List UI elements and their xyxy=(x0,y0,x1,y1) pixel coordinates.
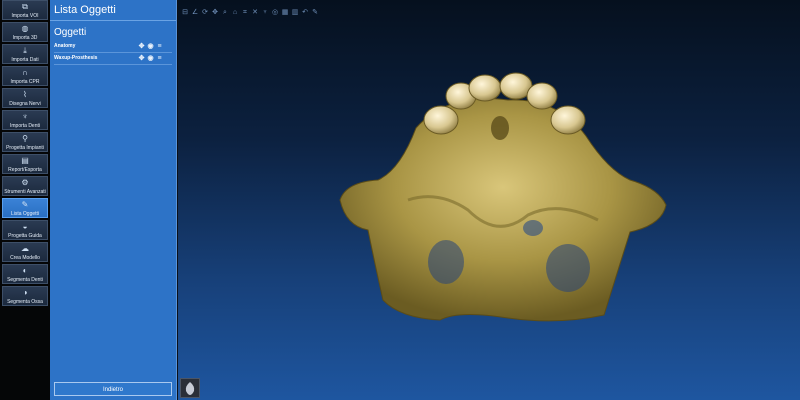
create-model-icon: ☁ xyxy=(21,244,29,253)
tool-label: Crea Modello xyxy=(10,255,40,261)
menu-icon[interactable]: ≡ xyxy=(155,41,164,52)
tool-segmenta-denti[interactable]: ◐ Segmenta Denti xyxy=(2,264,48,284)
tool-importa-denti[interactable]: ♆ Importa Denti xyxy=(2,110,48,130)
tool-progetta-impianti[interactable]: ⚲ Progetta Impianti xyxy=(2,132,48,152)
tool-label: Progetta Guida xyxy=(8,233,42,239)
import-data-icon: ⤓ xyxy=(23,46,27,55)
import-teeth-icon: ♆ xyxy=(22,112,28,121)
tool-importa-dati[interactable]: ⤓ Importa Dati xyxy=(2,44,48,64)
object-row-anatomy[interactable]: Anatomy ✥ ◉ ≡ xyxy=(54,41,172,53)
move-icon[interactable]: ✥ xyxy=(137,53,146,64)
segment-bones-icon: ◑ xyxy=(22,288,28,297)
draw-nerves-icon: ⌇ xyxy=(23,90,27,99)
tool-label: Report/Esporta xyxy=(8,167,42,173)
tool-label: Strumenti Avanzati xyxy=(4,189,46,195)
tool-strumenti-avanzati[interactable]: ⚙ Strumenti Avanzati xyxy=(2,176,48,196)
panel-title: Lista Oggetti xyxy=(50,0,176,21)
tool-segmenta-ossa[interactable]: ◑ Segmenta Ossa xyxy=(2,286,48,306)
tool-label: Importa VOI xyxy=(11,13,39,19)
jaw-model-render xyxy=(339,72,667,322)
tool-importa-cpr[interactable]: ∩ Importa CPR xyxy=(2,66,48,86)
tool-importa-voi[interactable]: ⧉ Importa VOI xyxy=(2,0,48,20)
advanced-tools-icon: ⚙ xyxy=(21,178,29,187)
tool-disegna-nervi[interactable]: ⌇ Disegna Nervi xyxy=(2,88,48,108)
tool-label: Importa CPR xyxy=(10,79,40,85)
tool-importa-3d[interactable]: ◍ Importa 3D xyxy=(2,22,48,42)
tool-label: Progetta Impianti xyxy=(6,145,44,151)
tool-report-esporta[interactable]: ▤ Report/Esporta xyxy=(2,154,48,174)
menu-icon[interactable]: ≡ xyxy=(155,53,164,64)
section-title: Oggetti xyxy=(54,27,87,38)
object-row-waxup[interactable]: Waxup-Prosthesis ✥ ◉ ≡ xyxy=(54,53,172,65)
3d-viewport[interactable]: ⊟ ∠ ⟳ ✥ ⌕ ⌂ ⌗ ✕ ♆ ◎ ▦ ▥ ↶ ✎ xyxy=(178,0,800,400)
import-cpr-icon: ∩ xyxy=(22,68,28,77)
move-icon[interactable]: ✥ xyxy=(137,41,146,52)
design-guide-icon: ◒ xyxy=(22,222,28,231)
view-orientation-widget[interactable] xyxy=(180,378,200,398)
tool-label: Importa Denti xyxy=(9,123,40,129)
back-button[interactable]: Indietro xyxy=(54,382,172,396)
object-list-panel: Lista Oggetti Oggetti Anatomy ✥ ◉ ≡ Waxup-… xyxy=(50,0,177,400)
object-name: Anatomy xyxy=(54,43,76,49)
tool-label: Segmenta Ossa xyxy=(7,299,43,305)
tool-label: Segmenta Denti xyxy=(7,277,43,283)
object-name: Waxup-Prosthesis xyxy=(54,55,98,61)
tools-sidebar: ⧉ Importa VOI ◍ Importa 3D ⤓ Importa Dat… xyxy=(0,0,51,400)
tool-label: Lista Oggetti xyxy=(10,211,40,217)
tool-crea-modello[interactable]: ☁ Crea Modello xyxy=(2,242,48,262)
tool-label: Disegna Nervi xyxy=(9,101,41,107)
tool-lista-oggetti[interactable]: ✎ Lista Oggetti xyxy=(2,198,48,218)
object-list-icon: ✎ xyxy=(21,200,29,209)
report-export-icon: ▤ xyxy=(21,156,29,165)
tool-progetta-guida[interactable]: ◒ Progetta Guida xyxy=(2,220,48,240)
import-voi-icon: ⧉ xyxy=(22,2,28,11)
tool-label: Importa Dati xyxy=(11,57,39,63)
eye-icon[interactable]: ◉ xyxy=(146,41,155,52)
import-3d-icon: ◍ xyxy=(21,24,29,33)
design-implants-icon: ⚲ xyxy=(22,134,28,143)
tool-label: Importa 3D xyxy=(12,35,38,41)
segment-teeth-icon: ◐ xyxy=(22,266,28,275)
eye-icon[interactable]: ◉ xyxy=(146,53,155,64)
orientation-icon xyxy=(185,382,195,395)
